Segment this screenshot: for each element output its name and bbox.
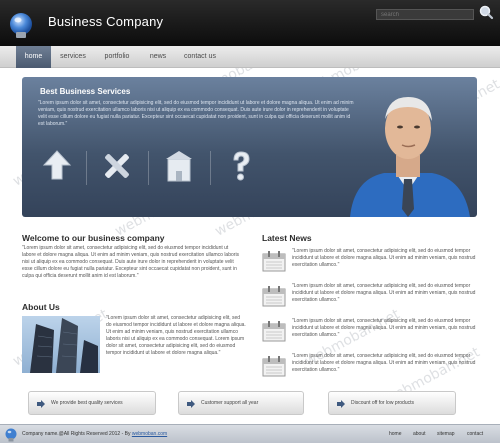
banner-title: Best Business Services (40, 87, 131, 96)
calendar-icon (262, 356, 286, 377)
arrow-right-icon (187, 400, 195, 408)
site-header: Business Company (0, 0, 500, 46)
magnifier-icon[interactable] (478, 4, 494, 20)
cta-label: Discount off for low products (351, 400, 414, 406)
icon-divider (148, 151, 149, 185)
cta-label: Customer support all year (201, 400, 259, 406)
nav-item-contact-us[interactable]: contact us (181, 46, 219, 68)
welcome-text: "Lorem ipsum dolor sit amet, consectetur… (22, 245, 240, 279)
discount-button[interactable]: Discount off for low products (328, 391, 456, 415)
copyright-label: Company name.@All Rights Reserved 2012 -… (22, 431, 131, 437)
welcome-heading: Welcome to our business company (22, 233, 165, 243)
businessman-photo (350, 97, 470, 217)
site-footer: Company name.@All Rights Reserved 2012 -… (0, 424, 500, 443)
news-item-text: "Lorem ipsum dolor sit amet, consectetur… (292, 283, 476, 303)
news-item-text: "Lorem ipsum dolor sit amet, consectetur… (292, 318, 476, 338)
news-item: "Lorem ipsum dolor sit amet, consectetur… (262, 353, 478, 383)
news-item-text: "Lorem ipsum dolor sit amet, consectetur… (292, 353, 476, 373)
calendar-icon (262, 321, 286, 342)
lightbulb-logo-icon (5, 428, 17, 442)
main-nav: home services portfolio news contact us (0, 46, 500, 68)
skyscrapers-photo (22, 316, 100, 373)
icon-divider (210, 151, 211, 185)
nav-item-services[interactable]: services (58, 46, 88, 68)
footer-link-sitemap[interactable]: sitemap (437, 431, 455, 437)
arrow-up-icon (42, 150, 72, 180)
footer-link-about[interactable]: about (413, 431, 426, 437)
lightbulb-logo-icon (10, 13, 32, 38)
latest-news-heading: Latest News (262, 233, 312, 243)
customer-support-button[interactable]: Customer support all year (178, 391, 304, 415)
question-icon (233, 151, 250, 181)
arrow-right-icon (37, 400, 45, 408)
nav-item-portfolio[interactable]: portfolio (99, 46, 135, 68)
banner-text: "Lorem ipsum dolor sit amet, consectetur… (38, 100, 354, 127)
tools-icon (105, 154, 129, 178)
icon-divider (86, 151, 87, 185)
credit-link[interactable]: webmoban.com (132, 431, 167, 437)
news-item: "Lorem ipsum dolor sit amet, consectetur… (262, 318, 478, 348)
cta-label: We provide best quality services (51, 400, 123, 406)
news-item: "Lorem ipsum dolor sit amet, consectetur… (262, 248, 478, 278)
hero-banner: Best Business Services "Lorem ipsum dolo… (22, 77, 477, 217)
about-heading: About Us (22, 302, 60, 312)
calendar-icon (262, 286, 286, 307)
about-text: "Lorem ipsum dolor sit amet, consectetur… (106, 315, 246, 356)
arrow-right-icon (337, 400, 345, 408)
quality-services-button[interactable]: We provide best quality services (28, 391, 156, 415)
news-item-text: "Lorem ipsum dolor sit amet, consectetur… (292, 248, 476, 268)
nav-item-home[interactable]: home (16, 46, 51, 68)
copyright-text: Company name.@All Rights Reserved 2012 -… (22, 431, 167, 437)
footer-link-contact[interactable]: contact (467, 431, 483, 437)
footer-link-home[interactable]: home (389, 431, 402, 437)
building-icon (166, 151, 192, 182)
news-item: "Lorem ipsum dolor sit amet, consectetur… (262, 283, 478, 313)
nav-item-news[interactable]: news (146, 46, 170, 68)
brand-name: Business Company (48, 14, 164, 29)
search-input[interactable] (376, 9, 474, 20)
banner-icon-row (38, 147, 306, 197)
calendar-icon (262, 251, 286, 272)
